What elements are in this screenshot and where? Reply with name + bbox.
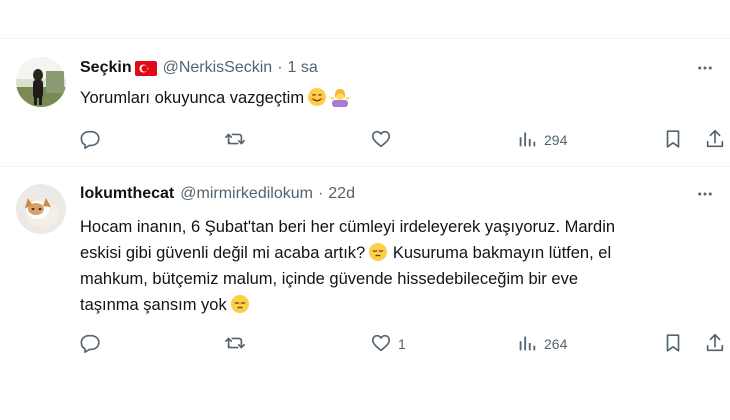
share-icon — [704, 128, 726, 153]
heart-icon — [370, 332, 392, 357]
share-button[interactable] — [704, 128, 726, 152]
retweet-button[interactable] — [224, 128, 252, 152]
bookmark-button[interactable] — [662, 332, 684, 356]
tweet-text-line: mahkum, bütçemiz malum, içinde güvende h… — [80, 270, 578, 288]
more-options-icon[interactable] — [694, 57, 716, 79]
share-button[interactable] — [704, 332, 726, 356]
heart-icon — [370, 128, 392, 153]
user-handle[interactable]: @NerkisSeckin — [163, 59, 273, 77]
share-icon — [704, 332, 726, 357]
separator-dot: · — [277, 59, 283, 76]
tweet[interactable]: lokumthecat @mirmirkedilokum · 22d Hocam… — [0, 167, 730, 420]
avatar[interactable] — [16, 57, 66, 107]
tweet-text-line: Hocam inanın, 6 Şubat'tan beri her cümle… — [80, 218, 616, 236]
tweet-header: lokumthecat @mirmirkedilokum · 22d — [80, 185, 355, 203]
pensive-face-emoji — [368, 242, 388, 262]
views-button[interactable]: 294 — [516, 128, 567, 152]
views-count: 264 — [544, 336, 568, 352]
reply-icon — [80, 128, 102, 153]
retweet-icon — [224, 128, 246, 153]
woman-shrugging-emoji — [330, 87, 350, 107]
bookmark-button[interactable] — [662, 128, 684, 152]
display-name[interactable]: lokumthecat — [80, 185, 174, 203]
retweet-icon — [224, 332, 246, 357]
tweet-text-line: eskisi gibi güvenli değil mi acaba artık… — [80, 244, 366, 262]
avatar[interactable] — [16, 184, 66, 234]
tweet-actions: 1 264 — [80, 332, 730, 356]
like-button[interactable] — [370, 128, 398, 152]
timestamp[interactable]: 1 sa — [288, 59, 318, 77]
reply-icon — [80, 332, 102, 357]
like-button[interactable]: 1 — [370, 332, 406, 356]
tweet-text-line: Yorumları okuyunca vazgeçtim — [80, 89, 305, 107]
tweet-text-line: Kusuruma bakmayın lütfen, el — [392, 244, 612, 262]
analytics-icon — [516, 128, 538, 153]
tweet-header: Seçkin @NerkisSeckin · 1 sa — [80, 59, 318, 77]
views-count: 294 — [544, 132, 568, 148]
bookmark-icon — [662, 128, 684, 153]
like-count: 1 — [398, 336, 406, 352]
turkey-flag-icon — [134, 60, 157, 76]
display-name[interactable]: Seçkin — [80, 59, 132, 77]
reply-button[interactable] — [80, 332, 108, 356]
reply-button[interactable] — [80, 128, 108, 152]
tweet-text: Yorumları okuyunca vazgeçtim — [80, 85, 660, 111]
separator-dot: · — [317, 185, 324, 202]
tweet-actions: 294 — [80, 128, 730, 152]
smiling-face-emoji — [307, 87, 327, 107]
tweet-text: Hocam inanın, 6 Şubat'tan beri her cümle… — [80, 214, 660, 318]
more-options-icon[interactable] — [694, 183, 716, 205]
pensive-face-emoji — [230, 294, 250, 314]
retweet-button[interactable] — [224, 332, 252, 356]
views-button[interactable]: 264 — [516, 332, 567, 356]
tweet-text-line: taşınma şansım yok — [80, 296, 227, 314]
user-handle[interactable]: @mirmirkedilokum — [180, 185, 313, 203]
tweet[interactable]: Seçkin @NerkisSeckin · 1 sa Yorumları ok… — [0, 39, 730, 166]
analytics-icon — [516, 332, 538, 357]
bookmark-icon — [662, 332, 684, 357]
timestamp[interactable]: 22d — [328, 185, 355, 203]
